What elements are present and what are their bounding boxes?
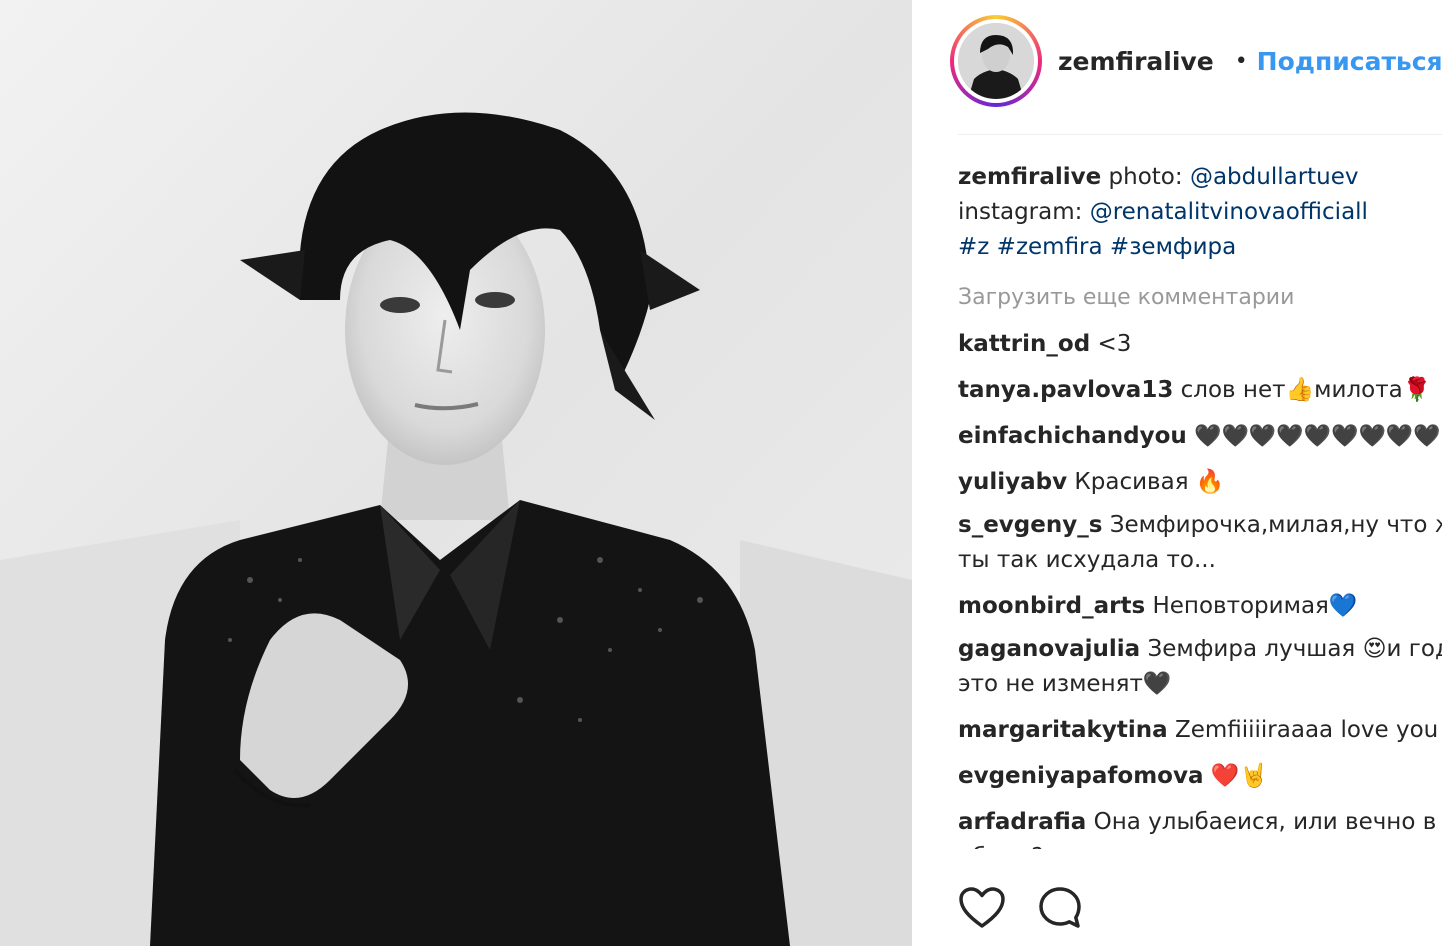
comment-item: evgeniyapafomova ❤️🤘 [958, 759, 1442, 794]
comment-username[interactable]: arfadrafia [958, 809, 1086, 835]
comment-item: s_evgeny_s Земфирочка,милая,ну что ж ты … [958, 508, 1442, 578]
caption-text: photo: [1101, 164, 1190, 190]
hashtag-link[interactable]: #zemfira [997, 234, 1103, 260]
comment-text: слов нет👍милота🌹 [1180, 377, 1432, 403]
comment-item: yuliyabv Красивая 🔥 [958, 465, 1442, 500]
comment-username[interactable]: yuliyabv [958, 469, 1067, 495]
avatar-image [958, 23, 1034, 99]
comment-username[interactable]: evgeniyapafomova [958, 763, 1204, 789]
comment-icon [1039, 887, 1081, 928]
comment-button[interactable] [1034, 882, 1086, 934]
comment-username[interactable]: tanya.pavlova13 [958, 377, 1173, 403]
instagram-post: zemfiralive • Подписаться zemfiralive ph… [0, 0, 1442, 946]
comment-text: Zemfiiiiiraaaa love you [1174, 717, 1439, 743]
post-header: zemfiralive • Подписаться [950, 14, 1442, 108]
caption-mention-link[interactable]: @renatalitvinovaofficiall [1090, 199, 1368, 225]
comment-item: gaganovajulia Земфира лучшая 😍и год это … [958, 632, 1442, 702]
comment-username[interactable]: einfachichandyou [958, 423, 1187, 449]
separator-dot: • [1234, 48, 1248, 74]
caption-text: instagram: [958, 199, 1090, 225]
portrait-illustration [0, 0, 912, 946]
post-author-username[interactable]: zemfiralive [1058, 47, 1214, 76]
caption-username[interactable]: zemfiralive [958, 164, 1101, 190]
comment-item: einfachichandyou 🖤🖤🖤🖤🖤🖤🖤🖤🖤 [958, 419, 1442, 454]
comment-text: 🖤🖤🖤🖤🖤🖤🖤🖤🖤 [1194, 424, 1441, 449]
caption-mention-link[interactable]: @abdullartuev [1190, 164, 1359, 190]
hashtag-link[interactable]: #z [958, 234, 989, 260]
comment-text: Красивая 🔥 [1074, 469, 1225, 495]
comment-item: kattrin_od <3 [958, 327, 1442, 362]
comment-username[interactable]: moonbird_arts [958, 593, 1145, 619]
comment-text: <3 [1097, 331, 1132, 357]
hashtag-link[interactable]: #земфира [1110, 234, 1236, 260]
post-photo[interactable] [0, 0, 912, 946]
post-caption: zemfiralive photo: @abdullartuev instagr… [958, 160, 1442, 265]
comments-list[interactable]: zemfiralive photo: @abdullartuev instagr… [958, 160, 1442, 860]
header-divider [958, 134, 1442, 135]
avatar-story-ring[interactable] [950, 15, 1042, 107]
heart-icon [959, 887, 1005, 928]
comment-item: margaritakytina Zemfiiiiiraaaa love you [958, 713, 1442, 748]
post-actions [956, 878, 1112, 938]
comment-username[interactable]: s_evgeny_s [958, 512, 1102, 538]
comment-username[interactable]: margaritakytina [958, 717, 1168, 743]
comment-item: arfadrafia Она улыбаеися, или вечно в об… [958, 805, 1438, 849]
load-more-comments-button[interactable]: Загрузить еще комментарии [958, 280, 1442, 316]
comment-text: ❤️🤘 [1210, 763, 1269, 789]
comment-item: moonbird_arts Неповторимая💙 [958, 589, 1442, 624]
like-button[interactable] [956, 882, 1008, 934]
avatar [958, 23, 1034, 99]
comment-text: Неповторимая💙 [1152, 593, 1358, 619]
comment-username[interactable]: gaganovajulia [958, 636, 1140, 662]
comment-username[interactable]: kattrin_od [958, 331, 1090, 357]
comment-item: tanya.pavlova13 слов нет👍милота🌹 [958, 373, 1442, 408]
post-details-panel: zemfiralive • Подписаться zemfiralive ph… [912, 0, 1442, 946]
follow-button[interactable]: Подписаться [1257, 47, 1442, 76]
